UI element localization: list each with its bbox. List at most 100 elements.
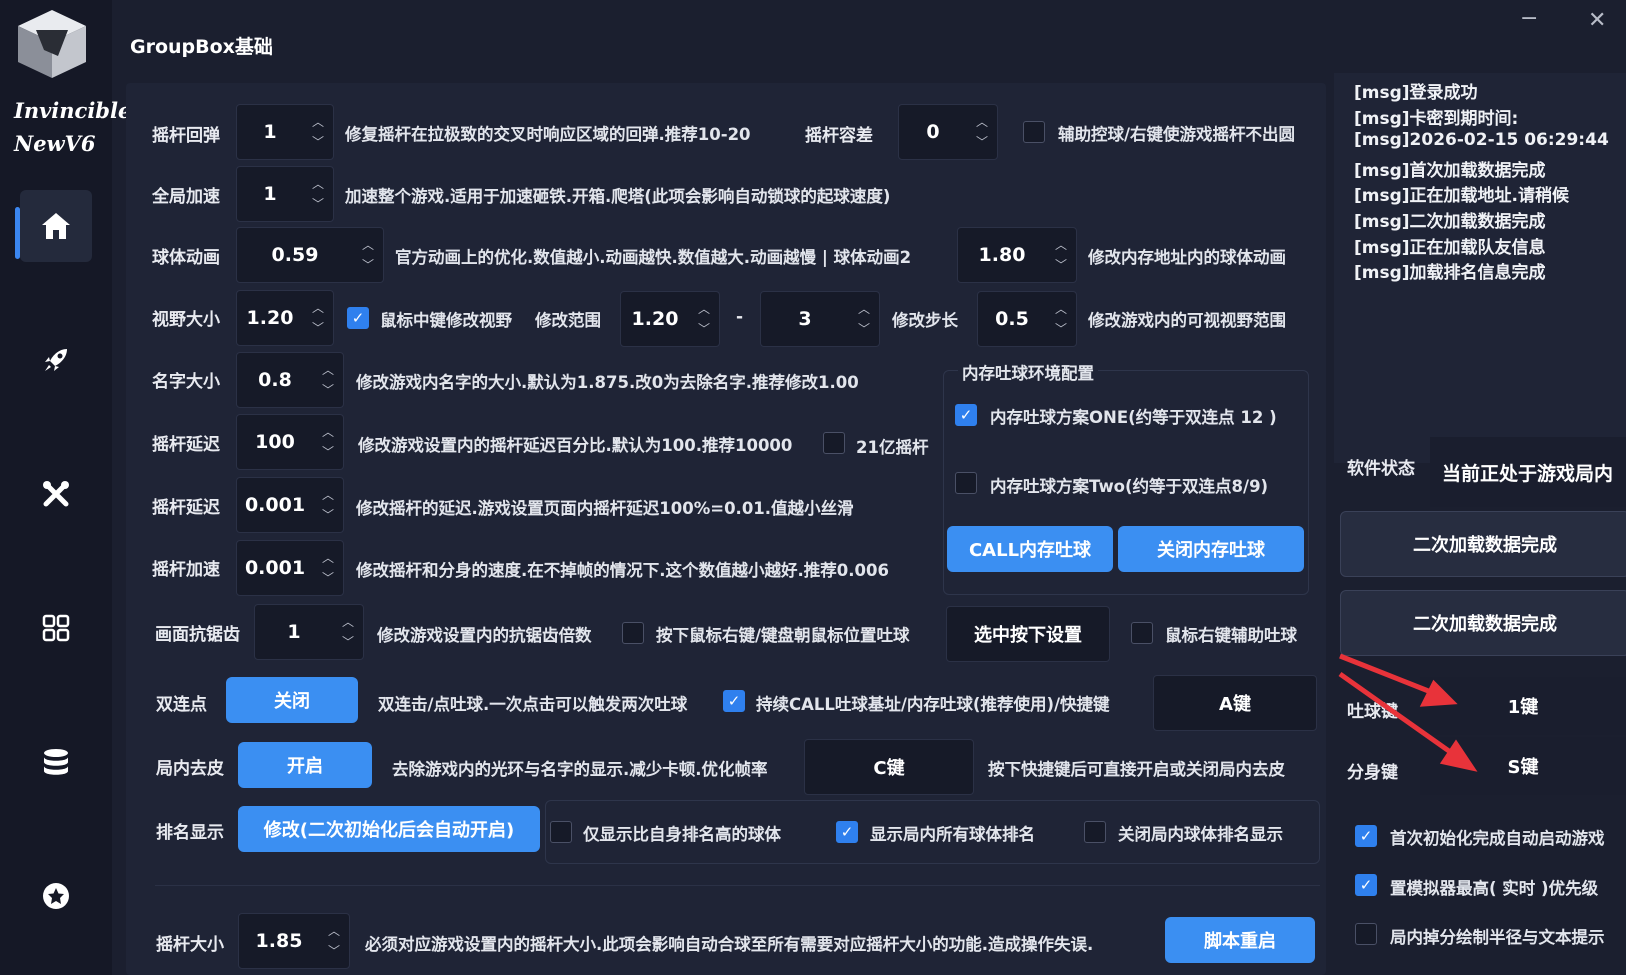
draw-radius-checkbox[interactable] xyxy=(1355,923,1377,945)
chevron-up-icon[interactable]: ︿ xyxy=(698,303,710,315)
double-click-toggle-button[interactable]: 关闭 xyxy=(226,677,358,723)
chevron-down-icon[interactable]: ﹀ xyxy=(322,384,334,396)
chevron-up-icon[interactable]: ︿ xyxy=(1055,239,1067,251)
billion-joystick-label: 21亿摇杆 xyxy=(856,438,929,457)
skin-remove-key-button[interactable]: C键 xyxy=(804,739,974,795)
chevron-down-icon[interactable]: ﹀ xyxy=(858,323,870,335)
modify-step-spinbox[interactable]: 0.5 ︿ ﹀ xyxy=(977,291,1077,347)
spinbox-arrows[interactable]: ︿ ﹀ xyxy=(967,116,997,148)
logo-text-line2: NewV6 xyxy=(14,131,96,156)
spinbox-arrows[interactable]: ︿ ﹀ xyxy=(313,364,343,396)
right-click-spit-checkbox[interactable] xyxy=(622,622,644,644)
joystick-tolerance-spinbox[interactable]: 0 ︿ ﹀ xyxy=(898,104,998,160)
range-max-spinbox[interactable]: 3 ︿ ﹀ xyxy=(760,291,880,347)
memory-option-one-checkbox[interactable]: ✓ xyxy=(955,404,977,426)
close-memory-spit-button[interactable]: 关闭内存吐球 xyxy=(1118,526,1304,572)
chevron-up-icon[interactable]: ︿ xyxy=(322,426,334,438)
chevron-up-icon[interactable]: ︿ xyxy=(322,552,334,564)
chevron-down-icon[interactable]: ﹀ xyxy=(322,446,334,458)
view-size-spinbox[interactable]: 1.20 ︿ ﹀ xyxy=(236,290,334,346)
name-size-spinbox[interactable]: 0.8 ︿ ﹀ xyxy=(236,352,344,408)
chevron-down-icon[interactable]: ﹀ xyxy=(322,509,334,521)
chevron-down-icon[interactable]: ﹀ xyxy=(342,636,354,648)
spinbox-arrows[interactable]: ︿ ﹀ xyxy=(303,178,333,210)
right-click-assist-checkbox[interactable] xyxy=(1131,622,1153,644)
spinbox-arrows[interactable]: ︿ ﹀ xyxy=(303,302,333,334)
priority-checkbox[interactable]: ✓ xyxy=(1355,874,1377,896)
spinbox-arrows[interactable]: ︿ ﹀ xyxy=(313,489,343,521)
rank-close-checkbox[interactable] xyxy=(1084,821,1106,843)
nav-item-rocket[interactable] xyxy=(20,324,92,396)
chevron-down-icon[interactable]: ﹀ xyxy=(312,322,324,334)
chevron-up-icon[interactable]: ︿ xyxy=(328,925,340,937)
joystick-size-spinbox[interactable]: 1.85 ︿ ﹀ xyxy=(238,913,350,969)
spinbox-arrows[interactable]: ︿ ﹀ xyxy=(333,616,363,648)
modify-step-desc: 修改游戏内的可视视野范围 xyxy=(1088,311,1286,330)
joystick-delay-spinbox[interactable]: 100 ︿ ﹀ xyxy=(236,414,344,470)
antialias-spinbox[interactable]: 1 ︿ ﹀ xyxy=(254,604,364,660)
rank-display-modify-button[interactable]: 修改(二次初始化后会自动开启) xyxy=(238,806,540,852)
nav-item-home[interactable] xyxy=(20,190,92,262)
nav-item-tools[interactable] xyxy=(20,458,92,530)
spinbox-arrows[interactable]: ︿ ﹀ xyxy=(849,303,879,335)
chevron-down-icon[interactable]: ﹀ xyxy=(312,198,324,210)
spinbox-arrows[interactable]: ︿ ﹀ xyxy=(1046,303,1076,335)
assist-ctrl-checkbox[interactable] xyxy=(1023,121,1045,143)
joystick-rebound-spinbox[interactable]: 1 ︿ ﹀ xyxy=(236,104,334,160)
chevron-down-icon[interactable]: ﹀ xyxy=(312,136,324,148)
chevron-up-icon[interactable]: ︿ xyxy=(1055,303,1067,315)
reload-data-button-2[interactable]: 二次加载数据完成 xyxy=(1340,590,1626,656)
continuous-call-key-button[interactable]: A键 xyxy=(1153,675,1317,731)
script-restart-button[interactable]: 脚本重启 xyxy=(1165,917,1315,963)
spinbox-arrows[interactable]: ︿ ﹀ xyxy=(319,925,349,957)
joystick-accel-desc: 修改摇杆和分身的速度.在不掉帧的情况下.这个数值越小越好.推荐0.006 xyxy=(356,561,889,580)
billion-joystick-checkbox[interactable] xyxy=(823,432,845,454)
skin-remove-label: 局内去皮 xyxy=(156,759,224,779)
autostart-game-checkbox[interactable]: ✓ xyxy=(1355,825,1377,847)
chevron-up-icon[interactable]: ︿ xyxy=(312,116,324,128)
chevron-up-icon[interactable]: ︿ xyxy=(312,302,324,314)
close-button[interactable]: ✕ xyxy=(1588,8,1606,33)
chevron-up-icon[interactable]: ︿ xyxy=(362,239,374,251)
nav-item-badge[interactable] xyxy=(20,860,92,932)
chevron-up-icon[interactable]: ︿ xyxy=(858,303,870,315)
spinbox-arrows[interactable]: ︿ ﹀ xyxy=(353,239,383,271)
chevron-up-icon[interactable]: ︿ xyxy=(312,178,324,190)
spinbox-arrows[interactable]: ︿ ﹀ xyxy=(313,552,343,584)
chevron-up-icon[interactable]: ︿ xyxy=(322,364,334,376)
chevron-down-icon[interactable]: ﹀ xyxy=(362,259,374,271)
joystick-accel-spinbox[interactable]: 0.001 ︿ ﹀ xyxy=(236,540,344,596)
rank-higher-only-checkbox[interactable] xyxy=(550,821,572,843)
spinbox-arrows[interactable]: ︿ ﹀ xyxy=(1046,239,1076,271)
chevron-down-icon[interactable]: ﹀ xyxy=(328,945,340,957)
nav-item-database[interactable] xyxy=(20,726,92,798)
memory-option-two-checkbox[interactable] xyxy=(955,472,977,494)
minimize-button[interactable]: − xyxy=(1520,6,1538,31)
ball-anim2-spinbox[interactable]: 1.80 ︿ ﹀ xyxy=(957,227,1077,283)
log-line: [msg]二次加载数据完成 xyxy=(1354,212,1546,232)
reload-data-button-1[interactable]: 二次加载数据完成 xyxy=(1340,511,1626,577)
chevron-down-icon[interactable]: ﹀ xyxy=(976,136,988,148)
chevron-up-icon[interactable]: ︿ xyxy=(322,489,334,501)
call-memory-spit-button[interactable]: CALL内存吐球 xyxy=(947,526,1113,572)
spinbox-arrows[interactable]: ︿ ﹀ xyxy=(303,116,333,148)
nav-item-grid[interactable] xyxy=(20,592,92,664)
chevron-up-icon[interactable]: ︿ xyxy=(342,616,354,628)
select-key-button[interactable]: 选中按下设置 xyxy=(946,606,1110,662)
global-speed-spinbox[interactable]: 1 ︿ ﹀ xyxy=(236,166,334,222)
range-min-spinbox[interactable]: 1.20 ︿ ﹀ xyxy=(620,291,720,347)
continuous-call-checkbox[interactable]: ✓ xyxy=(723,690,745,712)
spinbox-arrows[interactable]: ︿ ﹀ xyxy=(313,426,343,458)
chevron-up-icon[interactable]: ︿ xyxy=(976,116,988,128)
mouse-mid-view-checkbox[interactable]: ✓ xyxy=(347,307,369,329)
chevron-down-icon[interactable]: ﹀ xyxy=(1055,259,1067,271)
chevron-down-icon[interactable]: ﹀ xyxy=(698,323,710,335)
joystick-delay2-spinbox[interactable]: 0.001 ︿ ﹀ xyxy=(236,477,344,533)
rank-show-all-checkbox[interactable]: ✓ xyxy=(836,821,858,843)
chevron-down-icon[interactable]: ﹀ xyxy=(322,572,334,584)
skin-remove-toggle-button[interactable]: 开启 xyxy=(238,742,372,788)
ball-anim-spinbox[interactable]: 0.59 ︿ ﹀ xyxy=(236,227,384,283)
spinbox-arrows[interactable]: ︿ ﹀ xyxy=(689,303,719,335)
chevron-down-icon[interactable]: ﹀ xyxy=(1055,323,1067,335)
double-click-desc: 双连击/点吐球.一次点击可以触发两次吐球 xyxy=(378,695,688,714)
